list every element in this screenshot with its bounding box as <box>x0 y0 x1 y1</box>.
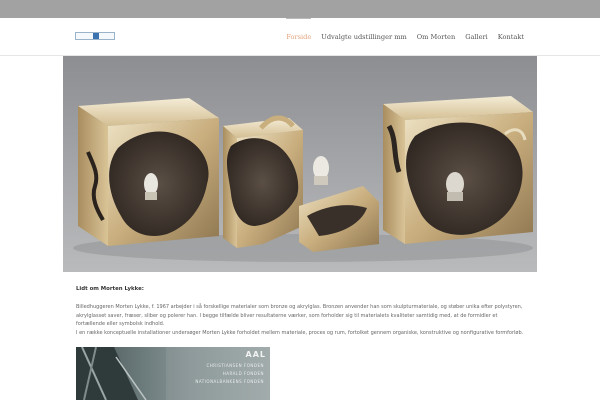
site-logo[interactable] <box>75 32 115 40</box>
section-title: Lidt om Morten Lykke: <box>76 286 144 292</box>
photo-wall-text-1: CHRISTIANSEN FONDEN <box>206 363 264 368</box>
nav-item-galleri[interactable]: Galleri <box>465 18 488 56</box>
top-bar <box>0 0 600 18</box>
site-header: Forside Udvalgte udstillinger mm Om Mort… <box>0 18 600 56</box>
photo-wall-text-large: AAL <box>245 350 266 359</box>
nav-item-udstillinger[interactable]: Udvalgte udstillinger mm <box>321 18 406 56</box>
photo-wall-text-3: NATIONALBANKENS FONDEN <box>195 379 264 384</box>
installation-photo: AAL CHRISTIANSEN FONDEN HARALD FONDEN NA… <box>76 347 270 400</box>
hero-image-sculptures <box>63 56 537 272</box>
nav-item-om-morten[interactable]: Om Morten <box>417 18 455 56</box>
photo-wall-text-2: HARALD FONDEN <box>222 371 264 376</box>
nav-item-forside[interactable]: Forside <box>286 18 311 56</box>
bronze-sculpture-illustration <box>73 96 533 262</box>
about-paragraph-2: I en række konceptuelle installationer u… <box>76 329 524 336</box>
about-section: Lidt om Morten Lykke: Billedhuggeren Mor… <box>76 286 526 337</box>
main-nav: Forside Udvalgte udstillinger mm Om Mort… <box>286 18 524 56</box>
about-paragraph-1: Billedhuggeren Morten Lykke, f. 1967 arb… <box>76 304 523 328</box>
nav-item-kontakt[interactable]: Kontakt <box>498 18 524 56</box>
logo-icon <box>93 33 99 39</box>
